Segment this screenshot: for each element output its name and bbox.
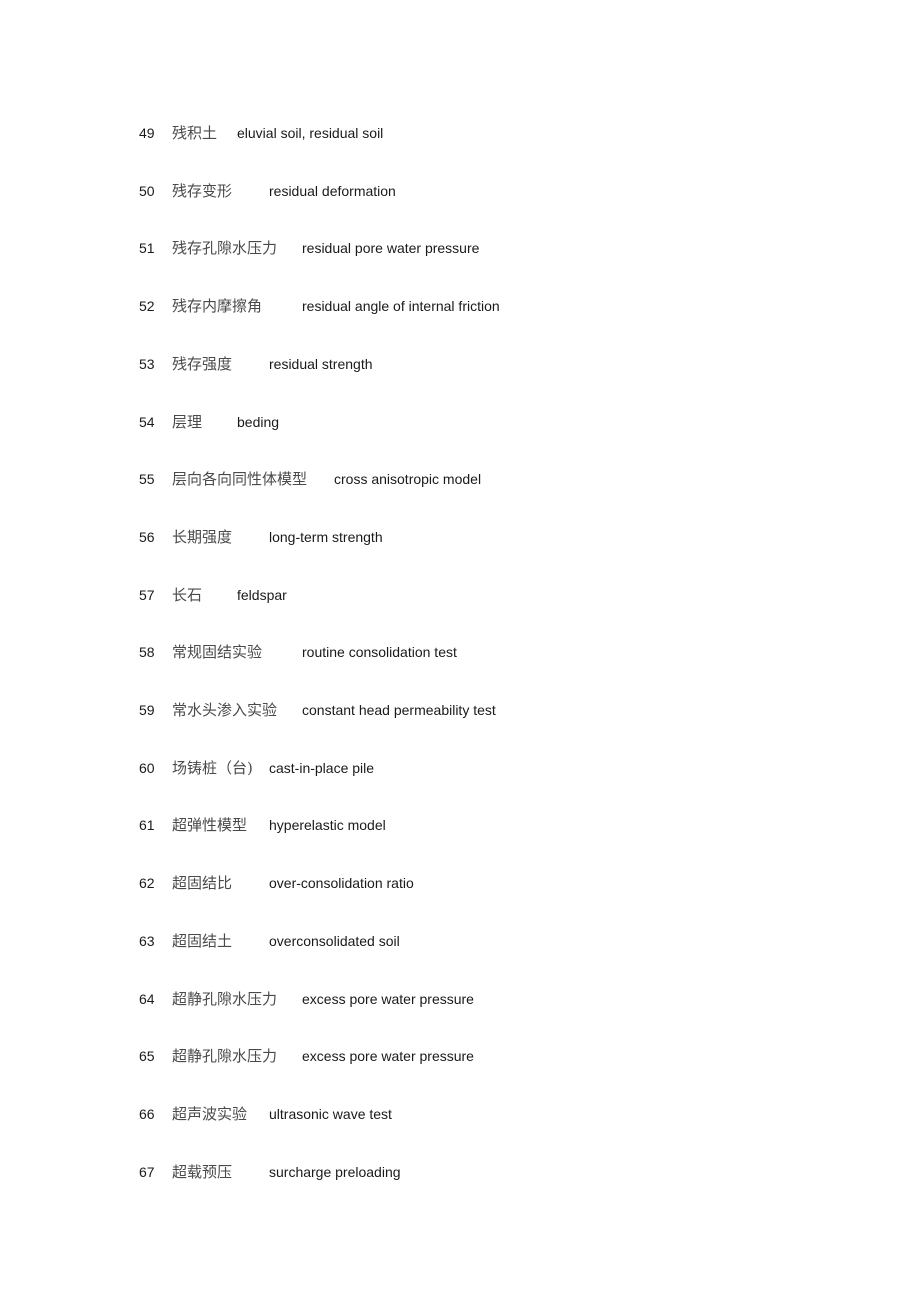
entry-english-term: feldspar <box>237 586 287 603</box>
glossary-entry: 53 残存强度 residual strength <box>0 352 920 376</box>
entry-number: 50 <box>139 182 155 199</box>
entry-english-term: residual angle of internal friction <box>302 298 500 315</box>
entry-chinese-term: 长石 <box>172 585 203 604</box>
entry-english-term: residual pore water pressure <box>302 240 480 257</box>
entry-number: 60 <box>139 759 155 776</box>
entry-chinese-term: 超弹性模型 <box>172 816 248 835</box>
entry-number: 58 <box>139 644 155 661</box>
entry-chinese-term: 超静孔隙水压力 <box>172 1047 278 1066</box>
entry-english-term: surcharge preloading <box>269 1163 401 1180</box>
entry-chinese-term: 超固结土 <box>172 931 233 950</box>
entry-chinese-term: 超静孔隙水压力 <box>172 989 278 1008</box>
entry-chinese-term: 残存变形 <box>172 181 233 200</box>
glossary-entry: 57 长石 feldspar <box>0 583 920 607</box>
entry-number: 62 <box>139 875 155 892</box>
entry-english-term: excess pore water pressure <box>302 990 474 1007</box>
glossary-entry: 55 层向各向同性体模型 cross anisotropic model <box>0 467 920 491</box>
entry-english-term: residual deformation <box>269 182 396 199</box>
glossary-entry: 56 长期强度 long-term strength <box>0 525 920 549</box>
entry-number: 56 <box>139 528 155 545</box>
entry-english-term: excess pore water pressure <box>302 1048 474 1065</box>
entry-number: 65 <box>139 1048 155 1065</box>
entry-chinese-term: 超载预压 <box>172 1162 233 1181</box>
entry-number: 66 <box>139 1105 155 1122</box>
entry-english-term: overconsolidated soil <box>269 932 400 949</box>
glossary-entry: 67 超载预压 surcharge preloading <box>0 1160 920 1184</box>
glossary-entry: 59 常水头渗入实验 constant head permeability test <box>0 698 920 722</box>
entry-english-term: hyperelastic model <box>269 817 386 834</box>
glossary-entry: 60 场铸桩（台) cast-in-place pile <box>0 756 920 780</box>
glossary-entry: 50 残存变形 residual deformation <box>0 179 920 203</box>
entry-number: 57 <box>139 586 155 603</box>
entry-number: 51 <box>139 240 155 257</box>
glossary-entry: 49 残积土 eluvial soil, residual soil <box>0 121 920 145</box>
entry-english-term: cross anisotropic model <box>334 471 482 488</box>
glossary-entry: 61 超弹性模型 hyperelastic model <box>0 813 920 837</box>
glossary-entry: 52 残存内摩擦角 residual angle of internal frict… <box>0 294 920 318</box>
entry-chinese-term: 常水头渗入实验 <box>172 701 278 719</box>
entry-english-term: residual strength <box>269 355 373 372</box>
entry-number: 63 <box>139 932 155 949</box>
entry-english-term: constant head permeability test <box>302 702 496 718</box>
entry-number: 67 <box>139 1163 155 1180</box>
entry-number: 61 <box>139 817 155 834</box>
entry-english-term: eluvial soil, residual soil <box>237 125 384 141</box>
entry-chinese-term: 层理 <box>172 412 203 431</box>
entry-english-term: cast-in-place pile <box>269 759 375 776</box>
entry-number: 64 <box>139 990 155 1007</box>
entry-number: 53 <box>139 355 155 372</box>
entry-chinese-term: 残存孔隙水压力 <box>172 239 278 258</box>
entry-chinese-term: 超固结比 <box>172 874 233 893</box>
entry-chinese-term: 常规固结实验 <box>172 643 263 662</box>
entry-english-term: ultrasonic wave test <box>269 1105 392 1122</box>
glossary-entry: 66 超声波实验 ultrasonic wave test <box>0 1102 920 1126</box>
entry-number: 55 <box>139 471 155 488</box>
entry-chinese-term: 层向各向同性体模型 <box>172 470 308 489</box>
entry-number: 52 <box>139 298 155 315</box>
entry-chinese-term: 残存强度 <box>172 354 233 373</box>
entry-number: 49 <box>139 125 155 141</box>
glossary-entry: 51 残存孔隙水压力 residual pore water pressure <box>0 236 920 260</box>
entry-english-term: beding <box>237 413 280 430</box>
glossary-entry: 65 超静孔隙水压力 excess pore water pressure <box>0 1044 920 1068</box>
entry-english-term: over-consolidation ratio <box>269 875 414 892</box>
entry-chinese-term: 超声波实验 <box>172 1104 248 1123</box>
glossary-entry: 64 超静孔隙水压力 excess pore water pressure <box>0 987 920 1011</box>
entry-english-term: routine consolidation test <box>302 644 457 661</box>
glossary-entry: 63 超固结土 overconsolidated soil <box>0 929 920 953</box>
entry-chinese-term: 残存内摩擦角 <box>172 297 263 316</box>
entry-number: 59 <box>139 702 155 718</box>
entry-chinese-term: 残积土 <box>172 124 218 142</box>
entry-english-term: long-term strength <box>269 528 383 545</box>
entry-number: 54 <box>139 413 155 430</box>
entry-chinese-term: 长期强度 <box>172 527 233 546</box>
glossary-entry: 54 层理 beding <box>0 410 920 434</box>
entry-chinese-term: 场铸桩（台) <box>172 758 253 777</box>
glossary-entry: 62 超固结比 over-consolidation ratio <box>0 871 920 895</box>
glossary-entry: 58 常规固结实验 routine consolidation test <box>0 640 920 664</box>
